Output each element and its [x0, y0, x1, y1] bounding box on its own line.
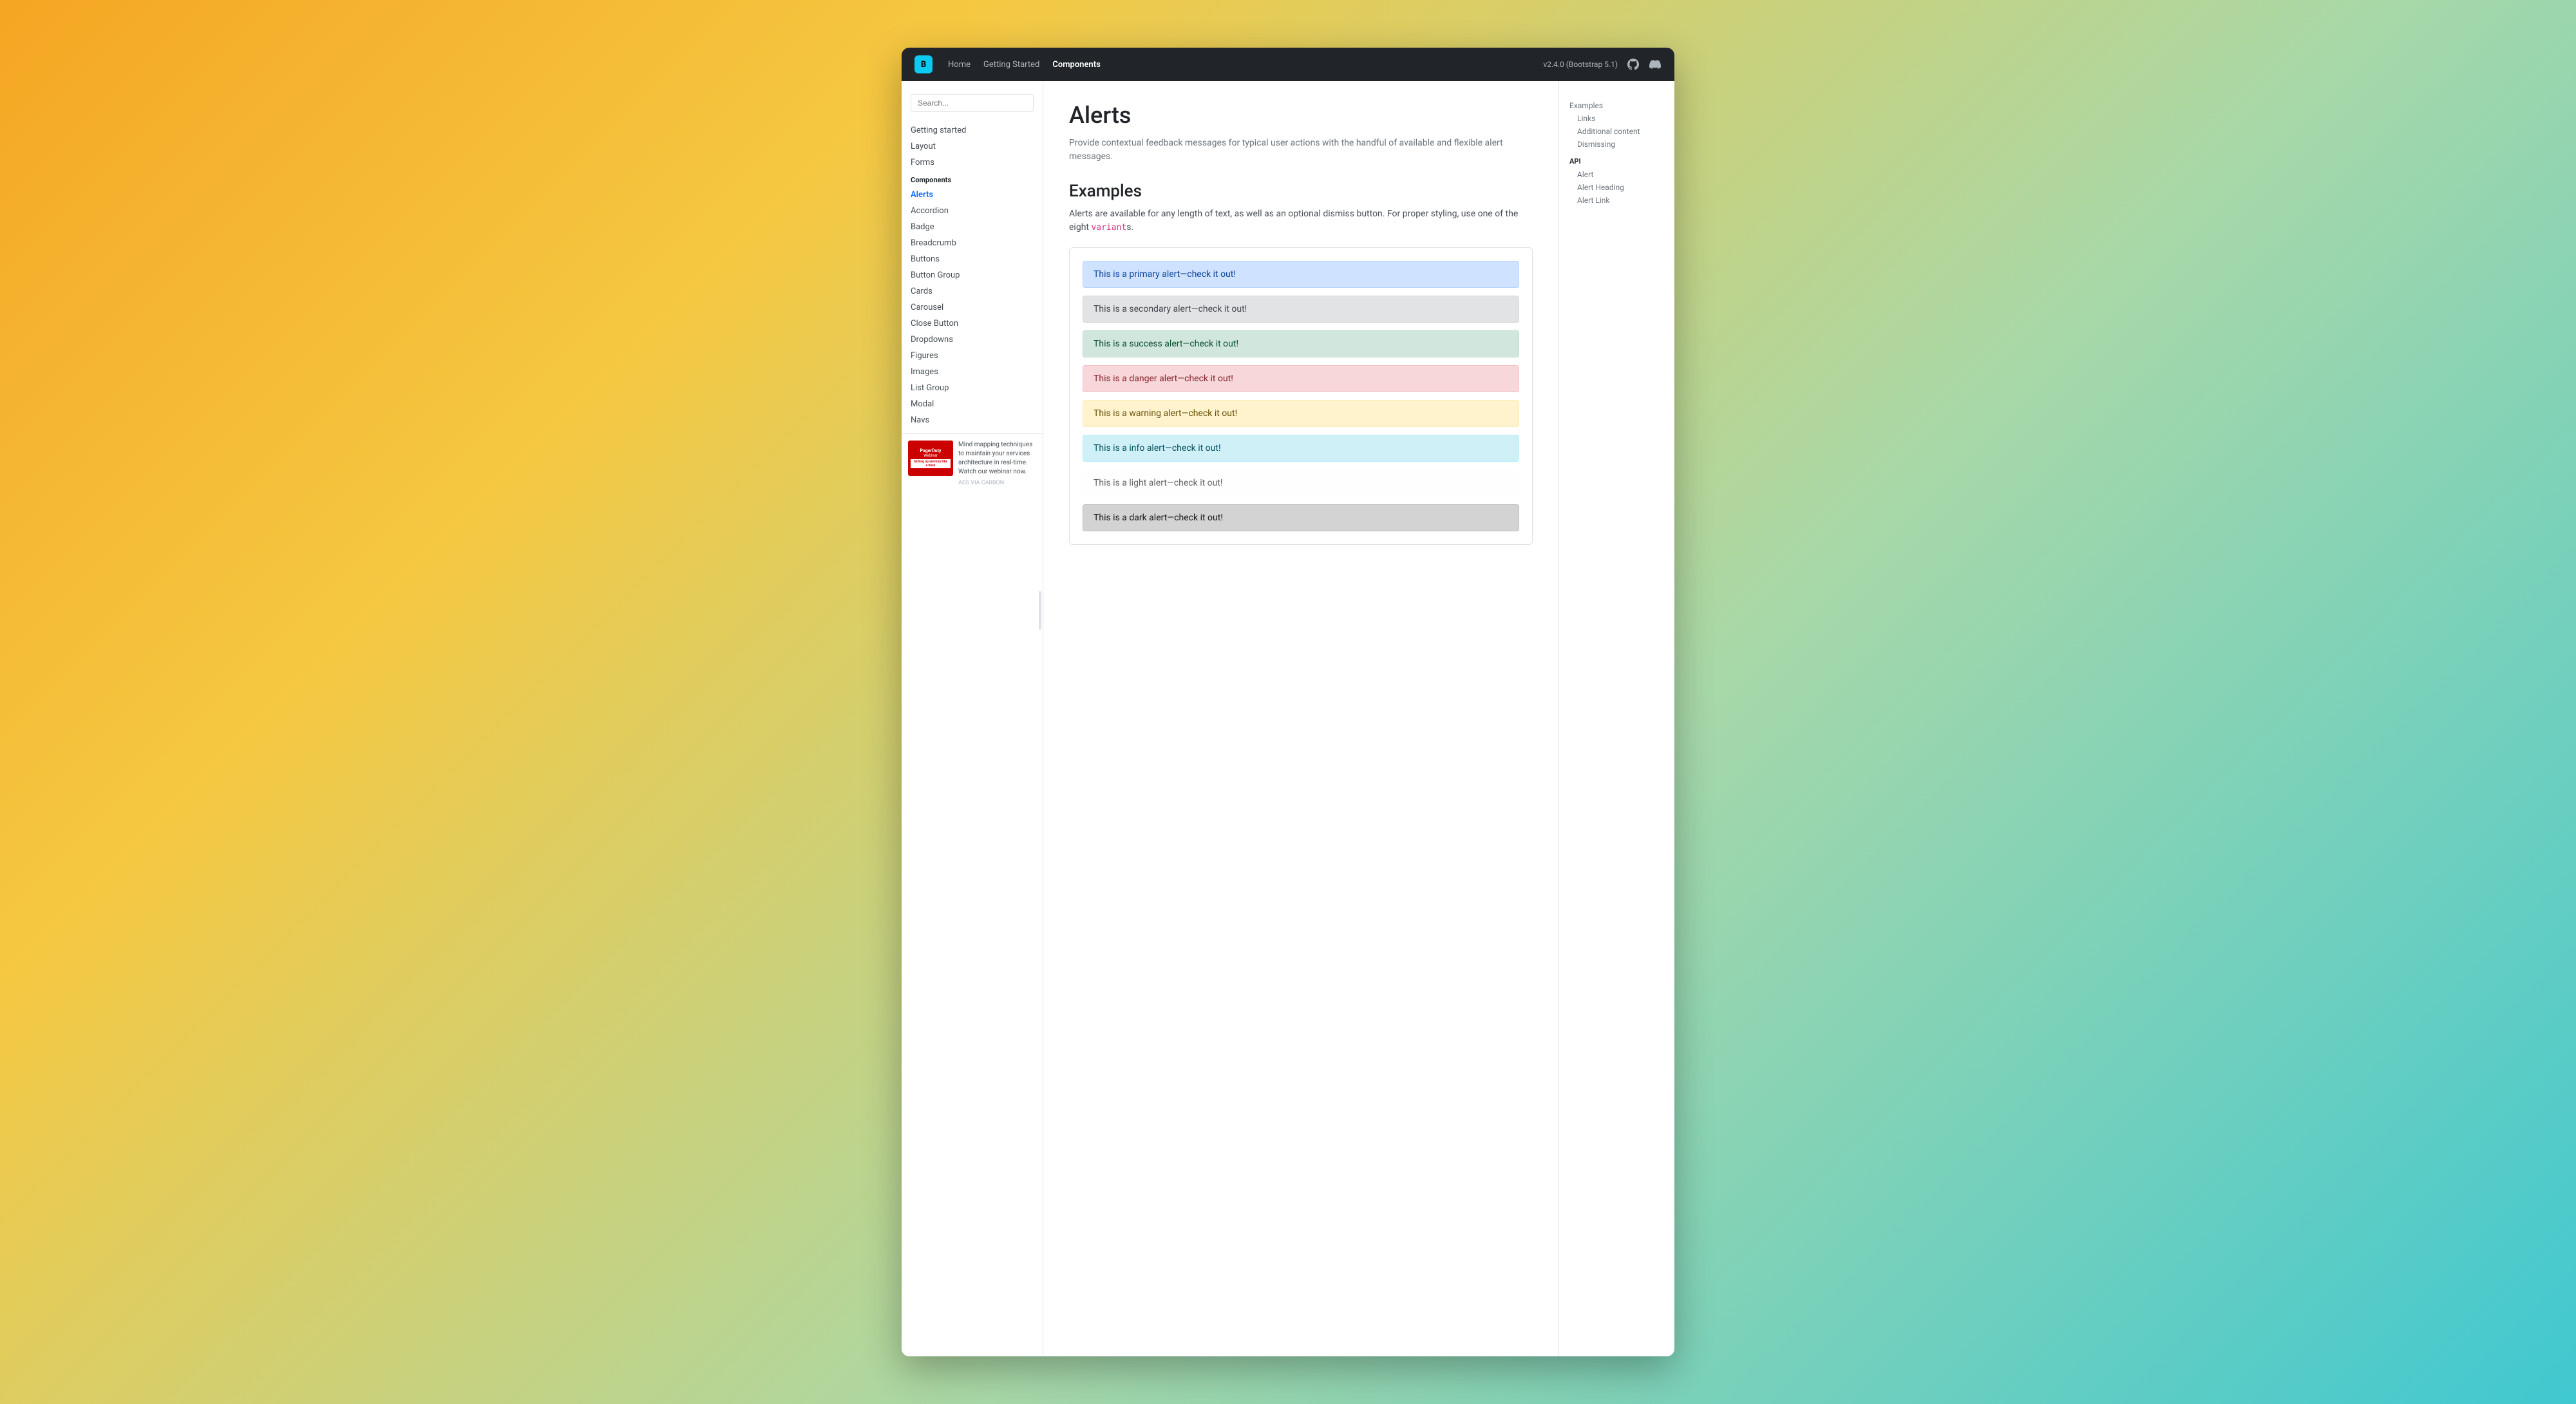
sidebar: Getting started Layout Forms Components … — [902, 81, 1043, 1356]
toc-sidebar: Examples Links Additional content Dismis… — [1558, 81, 1674, 1356]
nav-link-components[interactable]: Components — [1052, 57, 1100, 72]
ads-label: ADS VIA CARBON — [958, 479, 1036, 488]
ad-description: Mind mapping techniques to maintain your… — [958, 441, 1036, 488]
toc-alert-link[interactable]: Alert Link — [1569, 194, 1664, 207]
nav-links: Home Getting Started Components — [948, 57, 1528, 72]
toc-additional-content[interactable]: Additional content — [1569, 125, 1664, 138]
main-layout: Getting started Layout Forms Components … — [902, 81, 1674, 1356]
content-area: Alerts Provide contextual feedback messa… — [1043, 81, 1558, 1356]
nav-link-getting-started[interactable]: Getting Started — [983, 57, 1039, 72]
toc-alert-heading[interactable]: Alert Heading — [1569, 181, 1664, 194]
brand-icon: B — [914, 55, 933, 73]
ad-image: PagerDuty Webinar Setting up services li… — [908, 441, 953, 476]
sidebar-item-buttons[interactable]: Buttons — [902, 251, 1043, 267]
brand-icon-text: B — [921, 60, 926, 70]
sidebar-item-breadcrumb[interactable]: Breadcrumb — [902, 235, 1043, 251]
examples-section-title: Examples — [1069, 182, 1533, 201]
sidebar-item-layout[interactable]: Layout — [902, 138, 1043, 155]
sidebar-item-navs[interactable]: Navs — [902, 412, 1043, 428]
toc-alert[interactable]: Alert — [1569, 168, 1664, 181]
sidebar-ad: PagerDuty Webinar Setting up services li… — [902, 433, 1043, 494]
sidebar-nav: Getting started Layout Forms Components … — [902, 122, 1043, 428]
sidebar-item-close-button[interactable]: Close Button — [902, 316, 1043, 332]
sidebar-section-components: Components — [902, 171, 1043, 187]
sidebar-item-accordion[interactable]: Accordion — [902, 203, 1043, 219]
ad-brand: PagerDuty — [920, 448, 942, 453]
nav-link-home[interactable]: Home — [948, 57, 971, 72]
ad-type: Webinar — [923, 453, 938, 458]
sidebar-item-alerts[interactable]: Alerts — [902, 187, 1043, 203]
section-description: Alerts are available for any length of t… — [1069, 207, 1533, 234]
page-title: Alerts — [1069, 102, 1533, 129]
sidebar-item-getting-started[interactable]: Getting started — [902, 122, 1043, 138]
navbar-brand: B — [914, 55, 933, 73]
sidebar-item-forms[interactable]: Forms — [902, 155, 1043, 171]
sidebar-item-dropdowns[interactable]: Dropdowns — [902, 332, 1043, 348]
sidebar-item-modal[interactable]: Modal — [902, 396, 1043, 412]
alert-primary: This is a primary alert—check it out! — [1083, 261, 1519, 288]
sidebar-search-container — [902, 89, 1043, 117]
toc-api-section: API — [1569, 151, 1664, 168]
navbar: B Home Getting Started Components v2.4.0… — [902, 48, 1674, 81]
navbar-right: v2.4.0 (Bootstrap 5.1) — [1543, 58, 1662, 71]
sidebar-item-carousel[interactable]: Carousel — [902, 299, 1043, 316]
sidebar-item-list-group[interactable]: List Group — [902, 380, 1043, 396]
alert-success: This is a success alert—check it out! — [1083, 330, 1519, 357]
sidebar-item-figures[interactable]: Figures — [902, 348, 1043, 364]
sidebar-item-badge[interactable]: Badge — [902, 219, 1043, 235]
alert-warning: This is a warning alert—check it out! — [1083, 400, 1519, 427]
alert-dark: This is a dark alert—check it out! — [1083, 504, 1519, 531]
alert-danger: This is a danger alert—check it out! — [1083, 365, 1519, 392]
sidebar-item-button-group[interactable]: Button Group — [902, 267, 1043, 283]
alerts-container: This is a primary alert—check it out! Th… — [1069, 247, 1533, 545]
version-badge[interactable]: v2.4.0 (Bootstrap 5.1) — [1543, 60, 1618, 69]
browser-window: B Home Getting Started Components v2.4.0… — [902, 48, 1674, 1356]
alert-secondary: This is a secondary alert—check it out! — [1083, 296, 1519, 323]
alert-light: This is a light alert—check it out! — [1083, 470, 1519, 497]
sidebar-item-cards[interactable]: Cards — [902, 283, 1043, 299]
code-variant: variant — [1091, 223, 1126, 232]
toc-examples[interactable]: Examples — [1569, 99, 1664, 112]
sidebar-item-images[interactable]: Images — [902, 364, 1043, 380]
ad-title: Setting up services like a boss — [911, 459, 951, 468]
page-description: Provide contextual feedback messages for… — [1069, 137, 1520, 164]
alert-info: This is a info alert—check it out! — [1083, 435, 1519, 462]
discord-icon[interactable] — [1649, 58, 1662, 71]
toc-links[interactable]: Links — [1569, 112, 1664, 125]
github-icon[interactable] — [1627, 58, 1640, 71]
toc-dismissing[interactable]: Dismissing — [1569, 138, 1664, 151]
search-input[interactable] — [911, 94, 1034, 112]
